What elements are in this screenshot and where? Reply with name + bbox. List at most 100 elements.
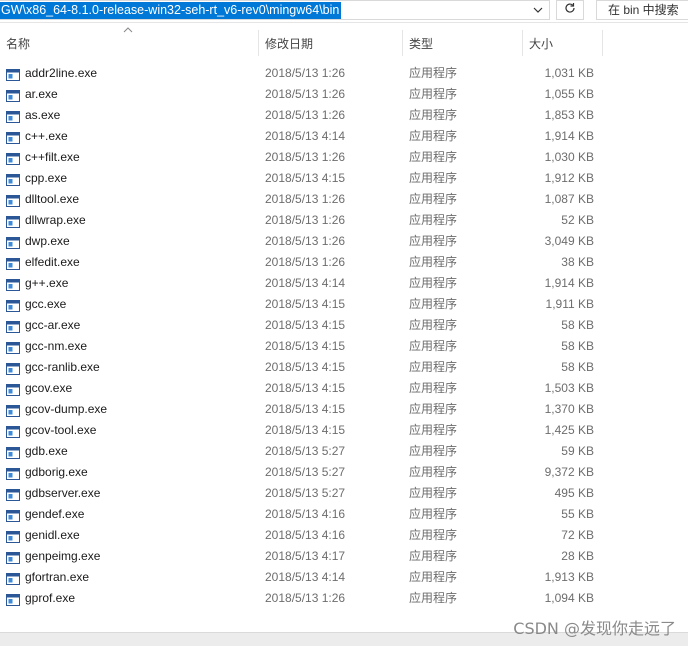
application-exe-icon bbox=[6, 88, 20, 102]
file-row[interactable]: gendef.exe 2018/5/13 4:16 应用程序 55 KB bbox=[0, 504, 688, 525]
file-row[interactable]: dllwrap.exe 2018/5/13 1:26 应用程序 52 KB bbox=[0, 210, 688, 231]
file-name: cpp.exe bbox=[25, 171, 68, 185]
file-type: 应用程序 bbox=[409, 570, 458, 584]
application-exe-icon bbox=[6, 361, 20, 375]
column-header-date[interactable]: 修改日期 bbox=[265, 30, 313, 58]
application-exe-icon bbox=[6, 319, 20, 333]
search-placeholder: 在 bin 中搜索 bbox=[608, 3, 679, 17]
file-size: 1,853 KB bbox=[544, 108, 594, 122]
file-size: 1,912 KB bbox=[544, 171, 594, 185]
file-size: 1,503 KB bbox=[544, 381, 594, 395]
file-row[interactable]: dwp.exe 2018/5/13 1:26 应用程序 3,049 KB bbox=[0, 231, 688, 252]
file-size: 1,055 KB bbox=[544, 87, 594, 101]
address-path[interactable]: GW\x86_64-8.1.0-release-win32-seh-rt_v6-… bbox=[0, 2, 342, 19]
file-row[interactable]: gcov.exe 2018/5/13 4:15 应用程序 1,503 KB bbox=[0, 378, 688, 399]
file-type: 应用程序 bbox=[409, 360, 458, 374]
application-exe-icon bbox=[6, 256, 20, 270]
application-exe-icon bbox=[6, 130, 20, 144]
file-row[interactable]: c++filt.exe 2018/5/13 1:26 应用程序 1,030 KB bbox=[0, 147, 688, 168]
file-size: 58 KB bbox=[561, 339, 594, 353]
application-exe-icon bbox=[6, 193, 20, 207]
column-divider[interactable] bbox=[258, 30, 259, 56]
file-size: 3,049 KB bbox=[544, 234, 594, 248]
address-bar[interactable]: GW\x86_64-8.1.0-release-win32-seh-rt_v6-… bbox=[0, 0, 550, 20]
file-type: 应用程序 bbox=[409, 171, 458, 185]
column-header-row: 名称 修改日期 类型 大小 bbox=[0, 22, 688, 64]
column-divider[interactable] bbox=[602, 30, 603, 56]
file-row[interactable]: g++.exe 2018/5/13 4:14 应用程序 1,914 KB bbox=[0, 273, 688, 294]
file-row[interactable]: gprof.exe 2018/5/13 1:26 应用程序 1,094 KB bbox=[0, 588, 688, 609]
file-name: gcov-dump.exe bbox=[25, 402, 108, 416]
file-type: 应用程序 bbox=[409, 150, 458, 164]
file-type: 应用程序 bbox=[409, 108, 458, 122]
file-row[interactable]: addr2line.exe 2018/5/13 1:26 应用程序 1,031 KB bbox=[0, 63, 688, 84]
file-name: gdb.exe bbox=[25, 444, 68, 458]
file-name: genidl.exe bbox=[25, 528, 80, 542]
file-row[interactable]: as.exe 2018/5/13 1:26 应用程序 1,853 KB bbox=[0, 105, 688, 126]
file-name: gcc.exe bbox=[25, 297, 67, 311]
file-row[interactable]: genpeimg.exe 2018/5/13 4:17 应用程序 28 KB bbox=[0, 546, 688, 567]
application-exe-icon bbox=[6, 445, 20, 459]
application-exe-icon bbox=[6, 529, 20, 543]
file-size: 52 KB bbox=[561, 213, 594, 227]
file-row[interactable]: genidl.exe 2018/5/13 4:16 应用程序 72 KB bbox=[0, 525, 688, 546]
file-modified-date: 2018/5/13 4:15 bbox=[265, 423, 346, 437]
file-row[interactable]: ar.exe 2018/5/13 1:26 应用程序 1,055 KB bbox=[0, 84, 688, 105]
column-header-type[interactable]: 类型 bbox=[409, 30, 433, 58]
search-input[interactable]: 在 bin 中搜索 bbox=[596, 0, 688, 20]
column-header-name[interactable]: 名称 bbox=[6, 30, 30, 58]
chevron-down-icon[interactable] bbox=[527, 1, 549, 19]
file-row[interactable]: gcov-tool.exe 2018/5/13 4:15 应用程序 1,425 KB bbox=[0, 420, 688, 441]
file-row[interactable]: gdb.exe 2018/5/13 5:27 应用程序 59 KB bbox=[0, 441, 688, 462]
column-divider[interactable] bbox=[522, 30, 523, 56]
file-row[interactable]: cpp.exe 2018/5/13 4:15 应用程序 1,912 KB bbox=[0, 168, 688, 189]
file-type: 应用程序 bbox=[409, 549, 458, 563]
file-row[interactable]: gcov-dump.exe 2018/5/13 4:15 应用程序 1,370 KB bbox=[0, 399, 688, 420]
file-row[interactable]: gdbserver.exe 2018/5/13 5:27 应用程序 495 KB bbox=[0, 483, 688, 504]
file-size: 59 KB bbox=[561, 444, 594, 458]
application-exe-icon bbox=[6, 571, 20, 585]
file-row[interactable]: dlltool.exe 2018/5/13 1:26 应用程序 1,087 KB bbox=[0, 189, 688, 210]
file-row[interactable]: elfedit.exe 2018/5/13 1:26 应用程序 38 KB bbox=[0, 252, 688, 273]
file-modified-date: 2018/5/13 4:15 bbox=[265, 297, 346, 311]
application-exe-icon bbox=[6, 172, 20, 186]
column-divider[interactable] bbox=[402, 30, 403, 56]
file-row[interactable]: gdborig.exe 2018/5/13 5:27 应用程序 9,372 KB bbox=[0, 462, 688, 483]
file-row[interactable]: gcc.exe 2018/5/13 4:15 应用程序 1,911 KB bbox=[0, 294, 688, 315]
file-row[interactable]: c++.exe 2018/5/13 4:14 应用程序 1,914 KB bbox=[0, 126, 688, 147]
application-exe-icon bbox=[6, 109, 20, 123]
file-modified-date: 2018/5/13 4:14 bbox=[265, 129, 346, 143]
file-list: addr2line.exe 2018/5/13 1:26 应用程序 1,031 KB a… bbox=[0, 63, 688, 609]
file-row[interactable]: gcc-ar.exe 2018/5/13 4:15 应用程序 58 KB bbox=[0, 315, 688, 336]
application-exe-icon bbox=[6, 298, 20, 312]
refresh-icon bbox=[564, 1, 576, 19]
file-size: 72 KB bbox=[561, 528, 594, 542]
file-modified-date: 2018/5/13 4:15 bbox=[265, 381, 346, 395]
file-name: c++filt.exe bbox=[25, 150, 80, 164]
file-type: 应用程序 bbox=[409, 234, 458, 248]
file-type: 应用程序 bbox=[409, 528, 458, 542]
file-modified-date: 2018/5/13 1:26 bbox=[265, 66, 346, 80]
file-type: 应用程序 bbox=[409, 465, 458, 479]
file-row[interactable]: gcc-ranlib.exe 2018/5/13 4:15 应用程序 58 KB bbox=[0, 357, 688, 378]
file-row[interactable]: gfortran.exe 2018/5/13 4:14 应用程序 1,913 KB bbox=[0, 567, 688, 588]
file-type: 应用程序 bbox=[409, 486, 458, 500]
column-header-size[interactable]: 大小 bbox=[529, 30, 553, 58]
file-type: 应用程序 bbox=[409, 129, 458, 143]
file-size: 38 KB bbox=[561, 255, 594, 269]
file-name: gcov-tool.exe bbox=[25, 423, 97, 437]
file-type: 应用程序 bbox=[409, 381, 458, 395]
file-type: 应用程序 bbox=[409, 297, 458, 311]
file-size: 28 KB bbox=[561, 549, 594, 563]
file-size: 1,914 KB bbox=[544, 276, 594, 290]
refresh-button[interactable] bbox=[556, 0, 584, 20]
file-modified-date: 2018/5/13 4:15 bbox=[265, 171, 346, 185]
file-size: 9,372 KB bbox=[544, 465, 594, 479]
file-modified-date: 2018/5/13 5:27 bbox=[265, 465, 346, 479]
watermark: CSDN @发现你走远了 bbox=[513, 619, 676, 638]
file-name: dwp.exe bbox=[25, 234, 70, 248]
file-modified-date: 2018/5/13 1:26 bbox=[265, 213, 346, 227]
file-name: dlltool.exe bbox=[25, 192, 80, 206]
file-modified-date: 2018/5/13 4:14 bbox=[265, 570, 346, 584]
file-row[interactable]: gcc-nm.exe 2018/5/13 4:15 应用程序 58 KB bbox=[0, 336, 688, 357]
